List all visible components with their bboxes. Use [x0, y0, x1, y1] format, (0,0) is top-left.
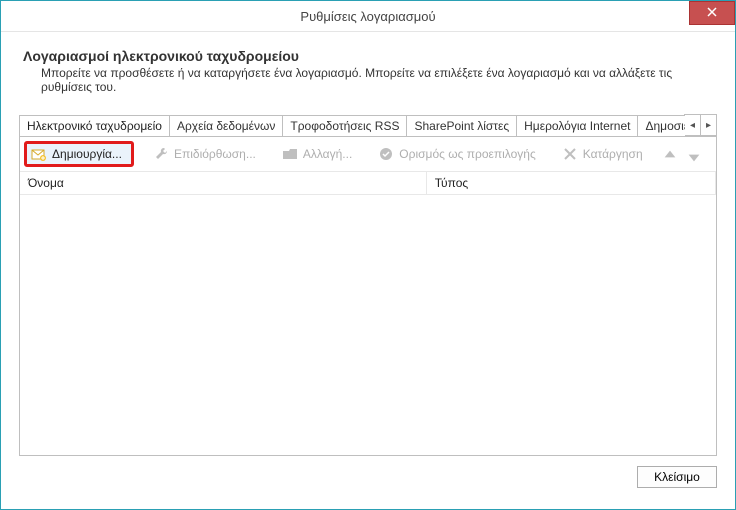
section-description: Μπορείτε να προσθέσετε ή να καταργήσετε … — [41, 66, 717, 94]
move-down-icon[interactable] — [686, 148, 698, 160]
wrench-icon — [153, 146, 169, 162]
tabs: Ηλεκτρονικό ταχυδρομείο Αρχεία δεδομένων… — [19, 114, 685, 136]
tab-scroll-left[interactable]: ◂ — [684, 114, 701, 136]
remove-button-label: Κατάργηση — [583, 147, 643, 161]
list-header: Όνομα Τύπος — [20, 172, 716, 195]
close-icon — [707, 6, 717, 20]
account-settings-window: Ρυθμίσεις λογαριασμού Λογαριασμοί ηλεκτρ… — [0, 0, 736, 510]
tab-rss[interactable]: Τροφοδοτήσεις RSS — [282, 115, 407, 136]
remove-button[interactable]: Κατάργηση — [555, 142, 650, 166]
tab-panel: Δημιουργία... Επιδιόρθωση... Αλλαγή... — [19, 136, 717, 456]
section-heading: Λογαριασμοί ηλεκτρονικού ταχυδρομείου — [23, 48, 717, 64]
repair-button-label: Επιδιόρθωση... — [174, 147, 256, 161]
tab-scroll: ◂ ▸ — [685, 114, 717, 136]
change-button[interactable]: Αλλαγή... — [275, 142, 359, 166]
new-button[interactable]: Δημιουργία... — [24, 141, 134, 167]
tab-datafiles[interactable]: Αρχεία δεδομένων — [169, 115, 283, 136]
window-title: Ρυθμίσεις λογαριασμού — [1, 9, 735, 24]
window-close-button[interactable] — [689, 1, 735, 25]
close-button[interactable]: Κλείσιμο — [637, 466, 717, 488]
tab-email[interactable]: Ηλεκτρονικό ταχυδρομείο — [19, 115, 170, 136]
tab-sharepoint[interactable]: SharePoint λίστες — [406, 115, 517, 136]
check-circle-icon — [378, 146, 394, 162]
window-body: Λογαριασμοί ηλεκτρονικού ταχυδρομείου Μπ… — [1, 32, 735, 509]
mail-new-icon — [31, 146, 47, 162]
move-up-icon[interactable] — [662, 148, 674, 160]
set-default-button[interactable]: Ορισμός ως προεπιλογής — [371, 142, 542, 166]
tabstrip: Ηλεκτρονικό ταχυδρομείο Αρχεία δεδομένων… — [19, 114, 717, 136]
new-button-label: Δημιουργία... — [52, 147, 122, 161]
folder-edit-icon — [282, 146, 298, 162]
repair-button[interactable]: Επιδιόρθωση... — [146, 142, 263, 166]
remove-icon — [562, 146, 578, 162]
tab-internet-calendars[interactable]: Ημερολόγια Internet — [516, 115, 638, 136]
change-button-label: Αλλαγή... — [303, 147, 352, 161]
account-list[interactable] — [20, 195, 716, 455]
column-name[interactable]: Όνομα — [20, 172, 427, 194]
titlebar: Ρυθμίσεις λογαριασμού — [1, 1, 735, 32]
tab-published-calendars[interactable]: Δημοσιευμένα ημερολόγ — [637, 115, 685, 136]
column-type[interactable]: Τύπος — [427, 172, 716, 194]
tab-scroll-right[interactable]: ▸ — [700, 114, 717, 136]
toolbar: Δημιουργία... Επιδιόρθωση... Αλλαγή... — [20, 137, 716, 172]
footer: Κλείσιμο — [19, 456, 717, 488]
set-default-button-label: Ορισμός ως προεπιλογής — [399, 147, 535, 161]
